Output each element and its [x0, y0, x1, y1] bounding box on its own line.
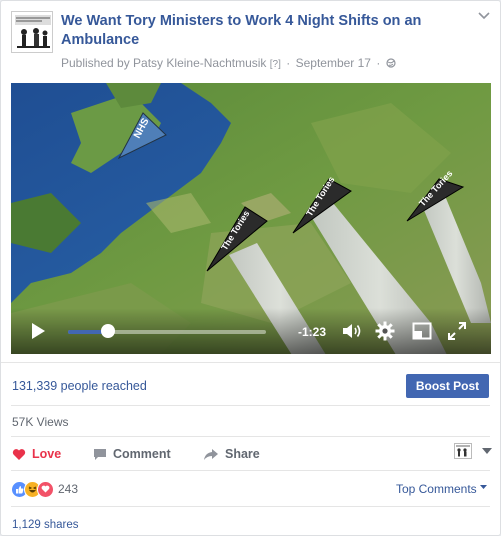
- settings-icon[interactable]: [375, 321, 395, 341]
- time-remaining: -1:23: [298, 325, 327, 339]
- volume-icon[interactable]: [341, 321, 361, 341]
- fullscreen-icon[interactable]: [447, 321, 467, 341]
- video-player[interactable]: NHS The Tories The Tories The Tories -1:…: [11, 83, 491, 354]
- post-as-selector[interactable]: [454, 443, 498, 459]
- love-button[interactable]: Love: [12, 447, 61, 461]
- divider: [11, 470, 490, 471]
- shares-link[interactable]: 1,129 shares: [12, 519, 79, 531]
- theater-mode-icon[interactable]: [412, 321, 432, 341]
- share-icon: [204, 448, 218, 460]
- post-header: We Want Tory Ministers to Work 4 Night S…: [11, 11, 491, 73]
- reactions-summary[interactable]: 243: [11, 480, 78, 498]
- divider: [11, 506, 490, 507]
- reactions-count: 243: [58, 482, 79, 496]
- comment-sort-dropdown[interactable]: Top Comments: [396, 482, 487, 496]
- chevron-down-icon[interactable]: [477, 11, 491, 25]
- progress-scrubber[interactable]: [100, 324, 115, 338]
- divider: [1, 362, 500, 363]
- love-label: Love: [32, 447, 62, 461]
- help-marker[interactable]: [?]: [270, 59, 281, 70]
- post-meta: Published by Patsy Kleine-Nachtmusik [?]…: [61, 56, 396, 70]
- post-title[interactable]: We Want Tory Ministers to Work 4 Night S…: [61, 12, 461, 50]
- heart-icon: [12, 448, 26, 460]
- progress-track[interactable]: [68, 330, 266, 334]
- comment-button[interactable]: Comment: [93, 447, 171, 461]
- boost-post-button[interactable]: Boost Post: [406, 374, 489, 398]
- love-reaction-icon: [37, 480, 54, 498]
- meta-separator: ·: [376, 56, 381, 70]
- publisher-label[interactable]: Published by Patsy Kleine-Nachtmusik: [61, 56, 266, 70]
- play-icon[interactable]: [29, 322, 47, 340]
- people-reached-link[interactable]: 131,339 people reached: [12, 379, 147, 393]
- post-date[interactable]: September 17: [296, 56, 371, 70]
- share-label: Share: [225, 447, 260, 461]
- comment-icon: [94, 448, 106, 460]
- action-bar: Love Comment Share: [1, 439, 500, 469]
- comment-label: Comment: [113, 447, 171, 461]
- caret-down-icon: [482, 448, 492, 454]
- globe-icon: [386, 56, 396, 70]
- caret-down-icon: [480, 485, 487, 489]
- share-button[interactable]: Share: [203, 447, 260, 461]
- page-avatar[interactable]: [11, 11, 53, 53]
- divider: [11, 405, 490, 406]
- views-count: 57K Views: [12, 415, 69, 429]
- post-card: We Want Tory Ministers to Work 4 Night S…: [0, 0, 501, 536]
- comment-sort-label: Top Comments: [395, 482, 477, 496]
- meta-separator: ·: [286, 56, 291, 70]
- video-controls: -1:23: [11, 308, 491, 354]
- page-avatar-small-icon: [454, 443, 472, 459]
- divider: [11, 436, 490, 437]
